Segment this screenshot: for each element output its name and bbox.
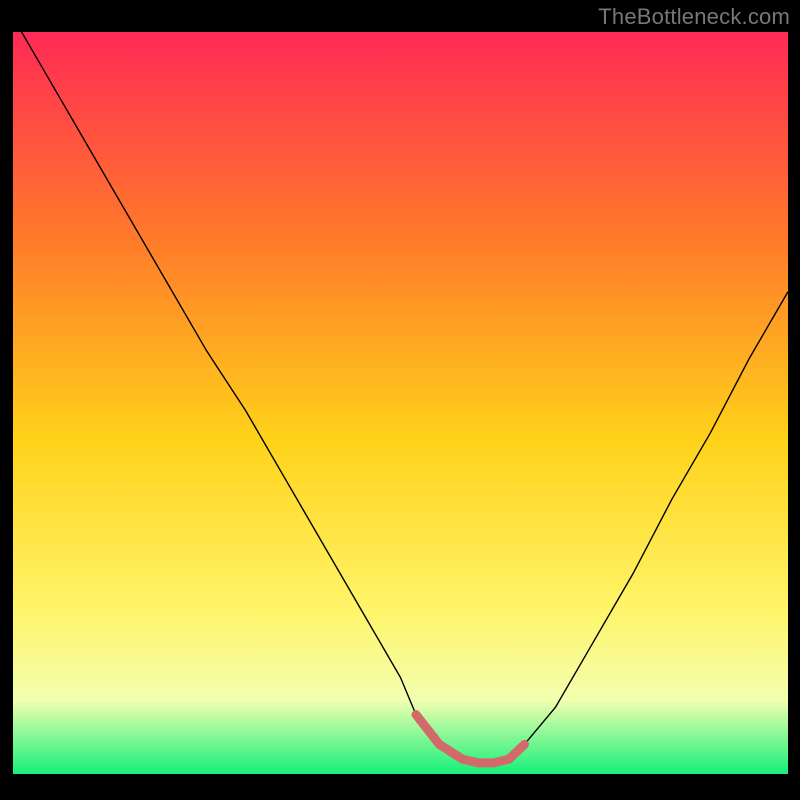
watermark-label: TheBottleneck.com (598, 4, 790, 30)
gradient-background (13, 32, 788, 774)
bottleneck-plot (13, 32, 788, 774)
chart-frame: TheBottleneck.com (0, 0, 800, 800)
plot-area (13, 32, 788, 774)
